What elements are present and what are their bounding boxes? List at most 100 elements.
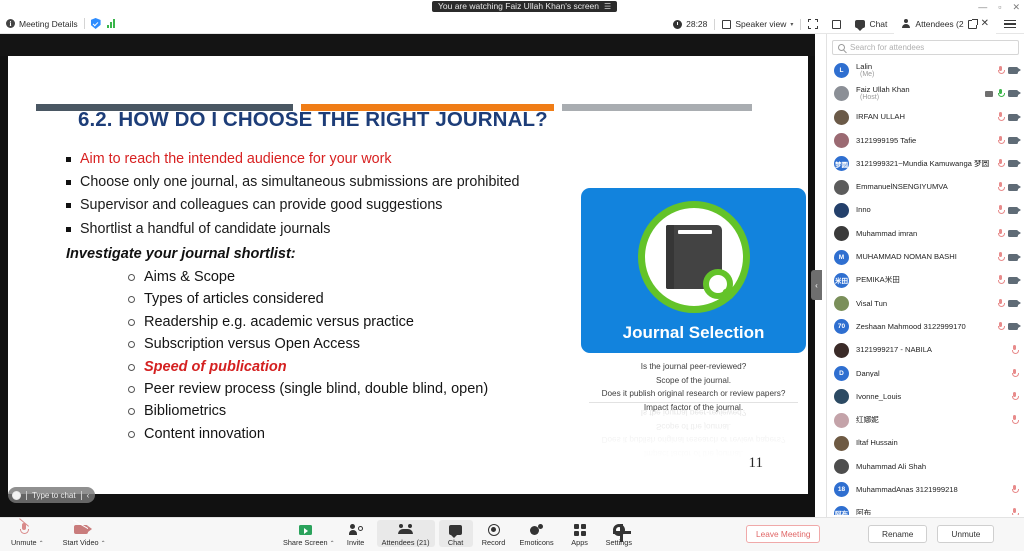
share-screen-button[interactable]: Share Screen bbox=[278, 520, 333, 547]
attendee-row[interactable]: L Lalin (Me) bbox=[827, 59, 1024, 82]
mic-muted-icon[interactable] bbox=[997, 252, 1005, 262]
camera-icon[interactable] bbox=[1008, 276, 1021, 284]
attendee-row[interactable]: 18 MuhammadAnas 3121999218 bbox=[827, 478, 1024, 501]
tab-attendees[interactable]: Attendees (2 ✕ bbox=[894, 14, 996, 34]
invite-button[interactable]: Invite bbox=[339, 520, 373, 547]
attendee-name: EmmanuelNSENGIYUMVA bbox=[856, 183, 948, 192]
mic-muted-icon[interactable] bbox=[1011, 391, 1019, 402]
leave-meeting-button[interactable]: Leave Meeting bbox=[746, 525, 821, 543]
search-input[interactable]: Search for attendees bbox=[832, 40, 1019, 55]
attendee-row[interactable]: 阿布 阿布 bbox=[827, 502, 1024, 515]
attendee-row[interactable]: Muhammad Ali Shah bbox=[827, 455, 1024, 478]
camera-icon[interactable] bbox=[1008, 113, 1021, 121]
camera-icon[interactable] bbox=[1008, 206, 1021, 214]
camera-icon[interactable] bbox=[1008, 90, 1021, 98]
attendee-row[interactable]: 70 Zeshaan Mahmood 3122999170 bbox=[827, 315, 1024, 338]
attendee-row[interactable]: Faiz Ullah Khan (Host) bbox=[827, 82, 1024, 105]
signal-bars-icon[interactable] bbox=[106, 19, 115, 28]
attendee-row[interactable]: 红娜妮 bbox=[827, 408, 1024, 431]
in-screen-chat-bar[interactable]: Type to chat ‹ bbox=[8, 487, 96, 503]
settings-button[interactable]: Settings bbox=[601, 520, 637, 547]
camera-icon[interactable] bbox=[1008, 300, 1021, 308]
attendee-row[interactable]: Iltaf Hussain bbox=[827, 432, 1024, 455]
share-options-chevron-icon[interactable]: ⌃ bbox=[330, 540, 335, 547]
chat-record-dot-icon[interactable] bbox=[12, 490, 21, 500]
minimize-button[interactable]: — bbox=[978, 2, 987, 12]
attendees-button[interactable]: Attendees (21) bbox=[376, 520, 435, 547]
tab-chat[interactable]: Chat bbox=[848, 14, 894, 34]
attendee-row[interactable]: 3121999195 Tafie bbox=[827, 129, 1024, 152]
unmute-button[interactable]: Unmute bbox=[6, 518, 42, 547]
mic-muted-icon[interactable] bbox=[997, 158, 1005, 169]
start-video-button[interactable]: Start Video bbox=[58, 519, 104, 547]
popout-icon[interactable] bbox=[967, 18, 978, 29]
rename-button[interactable]: Rename bbox=[868, 525, 928, 543]
attendee-name-wrap: Zeshaan Mahmood 3122999170 bbox=[856, 323, 990, 331]
emoticons-button[interactable]: Emoticons bbox=[515, 520, 559, 547]
camera-icon[interactable] bbox=[1008, 253, 1021, 261]
banner-menu-icon[interactable]: ☰ bbox=[604, 1, 611, 12]
attendee-row[interactable]: D Danyal bbox=[827, 362, 1024, 385]
mic-muted-icon[interactable] bbox=[997, 275, 1005, 285]
camera-icon[interactable] bbox=[1008, 160, 1021, 168]
chat-button[interactable]: Chat bbox=[438, 520, 473, 547]
meeting-details-button[interactable]: i Meeting Details bbox=[6, 19, 78, 29]
maximize-button[interactable]: ▫ bbox=[998, 2, 1001, 12]
close-button[interactable]: ✕ bbox=[1012, 2, 1020, 12]
attendee-row[interactable]: Visal Tun bbox=[827, 292, 1024, 315]
attendee-row[interactable]: Inno bbox=[827, 199, 1024, 222]
mic-muted-icon[interactable] bbox=[997, 298, 1005, 309]
attendee-row[interactable]: M MUHAMMAD NOMAN BASHI bbox=[827, 245, 1024, 268]
mic-muted-icon[interactable] bbox=[1011, 484, 1019, 495]
mic-muted-icon[interactable] bbox=[997, 65, 1005, 76]
attendee-search-wrap: Search for attendees bbox=[827, 34, 1024, 59]
attendee-row[interactable]: IRFAN ULLAH bbox=[827, 106, 1024, 129]
attendee-row[interactable]: EmmanuelNSENGIYUMVA bbox=[827, 175, 1024, 198]
chat-input-placeholder[interactable]: Type to chat bbox=[32, 491, 76, 500]
camera-icon[interactable] bbox=[1008, 183, 1021, 191]
mic-muted-icon[interactable] bbox=[1011, 368, 1019, 379]
attendee-row[interactable]: 梦圆 3121999321~Mundia Kamuwanga 梦圆 bbox=[827, 152, 1024, 175]
unmute-all-button[interactable]: Unmute bbox=[937, 525, 995, 543]
attendee-row[interactable]: Muhammad imran bbox=[827, 222, 1024, 245]
camera-icon[interactable] bbox=[1008, 323, 1021, 331]
mic-muted-icon[interactable] bbox=[1011, 508, 1019, 515]
attendee-name-wrap: Inno bbox=[856, 206, 990, 214]
mic-muted-icon[interactable] bbox=[1011, 345, 1019, 355]
attendee-role: (Host) bbox=[860, 94, 880, 102]
attendee-list[interactable]: L Lalin (Me) Faiz Ullah Khan (Host) IRFAN ULL… bbox=[827, 59, 1024, 515]
slide-subheading: Investigate your journal shortlist: bbox=[66, 246, 296, 262]
mic-muted-icon[interactable] bbox=[997, 135, 1005, 146]
record-button[interactable]: Record bbox=[477, 520, 511, 547]
minimize-view-button[interactable] bbox=[825, 14, 848, 34]
attendee-name: 红娜妮 bbox=[856, 416, 879, 425]
camera-icon[interactable] bbox=[1008, 67, 1021, 75]
fullscreen-button[interactable] bbox=[801, 14, 825, 34]
mic-muted-icon[interactable] bbox=[997, 321, 1005, 332]
mic-on-icon[interactable] bbox=[997, 88, 1005, 99]
camera-icon[interactable] bbox=[1008, 230, 1021, 238]
more-options-icon[interactable] bbox=[996, 20, 1024, 28]
attendee-row[interactable]: 米田 PEMIKA米田 bbox=[827, 269, 1024, 292]
mic-muted-icon[interactable] bbox=[997, 205, 1005, 215]
panel-collapse-button[interactable]: ‹ bbox=[811, 270, 822, 300]
attendee-name: PEMIKA米田 bbox=[856, 276, 900, 285]
audio-options-chevron-icon[interactable]: ⌃ bbox=[39, 540, 44, 547]
camera-icon[interactable] bbox=[1008, 137, 1021, 145]
apps-button[interactable]: Apps bbox=[563, 520, 597, 547]
mic-muted-icon[interactable] bbox=[1011, 415, 1019, 425]
mic-muted-icon[interactable] bbox=[997, 228, 1005, 239]
attendee-row[interactable]: Ivonne_Louis bbox=[827, 385, 1024, 408]
attendee-name: Iltaf Hussain bbox=[856, 439, 898, 448]
view-mode-selector[interactable]: Speaker view ▾ bbox=[715, 14, 800, 34]
mic-muted-icon[interactable] bbox=[997, 182, 1005, 192]
close-icon[interactable]: ✕ bbox=[981, 19, 989, 29]
chat-collapse-icon[interactable]: ‹ bbox=[87, 491, 90, 500]
mic-muted-icon[interactable] bbox=[997, 112, 1005, 122]
shield-check-icon[interactable] bbox=[90, 18, 101, 29]
attendee-name: Muhammad imran bbox=[856, 229, 918, 238]
video-options-chevron-icon[interactable]: ⌃ bbox=[101, 540, 106, 547]
caption-line: Does it publish original research or rev… bbox=[601, 389, 786, 399]
attendee-name-wrap: MUHAMMAD NOMAN BASHI bbox=[856, 253, 990, 261]
attendee-row[interactable]: 3121999217 - NABILA bbox=[827, 339, 1024, 362]
